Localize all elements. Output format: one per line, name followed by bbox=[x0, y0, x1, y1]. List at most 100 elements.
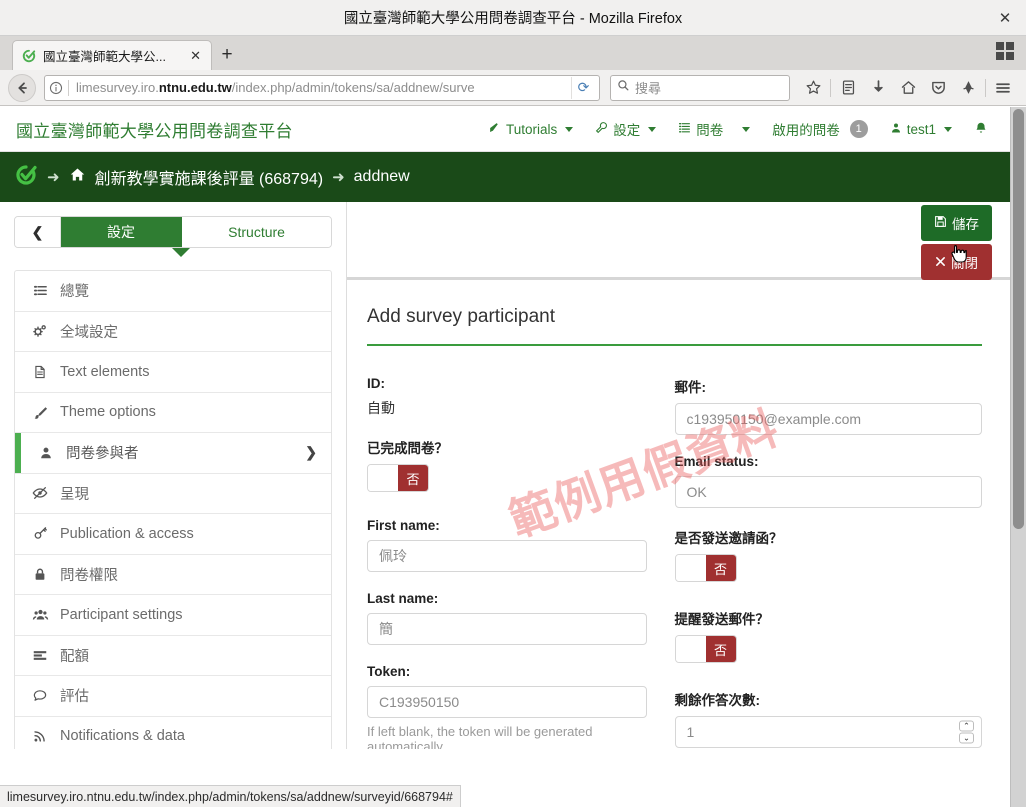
search-input[interactable]: 搜尋 bbox=[635, 78, 661, 97]
uses-left-label: 剩餘作答次數: bbox=[674, 693, 761, 708]
uses-left-input[interactable] bbox=[674, 716, 982, 748]
nav-item-notifications[interactable] bbox=[974, 121, 988, 138]
nav-item-user-label: test1 bbox=[906, 121, 936, 137]
file-text-icon bbox=[31, 364, 49, 380]
save-button[interactable]: 儲存 bbox=[921, 205, 992, 241]
tab-close-icon[interactable]: ✕ bbox=[186, 48, 205, 64]
home-icon[interactable] bbox=[893, 74, 923, 102]
list-all-tabs-icon[interactable] bbox=[996, 42, 1016, 62]
page-body: ❮ 設定 Structure 總覽 全域設定 Text elements The… bbox=[0, 202, 1010, 749]
nav-item-surveys[interactable]: 問卷 bbox=[678, 119, 751, 139]
url-bar[interactable]: limesurvey.iro.ntnu.edu.tw/index.php/adm… bbox=[44, 74, 600, 101]
app-brand[interactable]: 國立臺灣師範大學公用問卷調查平台 bbox=[16, 117, 293, 142]
nav-item-user[interactable]: test1 bbox=[890, 122, 952, 137]
limesurvey-logo-icon[interactable] bbox=[14, 163, 38, 192]
sidebar-item-assessments[interactable]: 評估 bbox=[15, 676, 331, 717]
toggle-on-half[interactable]: 否 bbox=[705, 555, 736, 581]
app-nav-items: Tutorials 設定 問卷 啟用的問卷 1 test1 bbox=[488, 119, 994, 139]
email-input[interactable] bbox=[674, 403, 982, 435]
field-id: ID: 自動 bbox=[367, 376, 647, 418]
url-domain: ntnu.edu.tw bbox=[158, 80, 232, 95]
bell-icon bbox=[974, 121, 988, 138]
sidebar-item-publication-access[interactable]: Publication & access bbox=[15, 514, 331, 555]
back-button[interactable] bbox=[8, 73, 36, 102]
page-info-icon[interactable] bbox=[49, 81, 63, 95]
sidebar-collapse-button[interactable]: ❮ bbox=[15, 217, 61, 247]
sidebar-item-global-settings-label: 全域設定 bbox=[60, 324, 118, 341]
add-participant-panel: Add survey participant ID: 自動 已完成問卷？ 否 F… bbox=[347, 280, 1010, 749]
sidebar-item-quotas[interactable]: 配額 bbox=[15, 636, 331, 676]
home-icon[interactable] bbox=[69, 166, 86, 188]
bookmark-star-icon[interactable] bbox=[798, 74, 828, 102]
toggle-off-half[interactable] bbox=[675, 555, 706, 581]
sidebar-item-overview[interactable]: 總覽 bbox=[15, 271, 331, 312]
completed-toggle[interactable]: 否 bbox=[367, 464, 429, 492]
browser-tab[interactable]: 國立臺灣師範大學公... ✕ bbox=[12, 40, 212, 70]
sidebar-item-text-elements[interactable]: Text elements bbox=[15, 352, 331, 393]
sync-account-icon[interactable] bbox=[953, 74, 983, 102]
search-bar[interactable]: 搜尋 bbox=[610, 74, 790, 101]
toggle-on-half[interactable]: 否 bbox=[398, 465, 428, 491]
floppy-disk-icon bbox=[934, 215, 947, 231]
nav-item-surveys-label: 問卷 bbox=[696, 123, 724, 138]
sidebar-item-assessments-label: 評估 bbox=[60, 689, 89, 706]
field-last-name: Last name: bbox=[367, 591, 647, 645]
email-status-input[interactable] bbox=[674, 476, 982, 508]
close-button[interactable]: 關閉 bbox=[921, 244, 992, 280]
browser-tab-title: 國立臺灣師範大學公... bbox=[43, 50, 166, 64]
sidebar-item-presentation[interactable]: 呈現 bbox=[15, 474, 331, 514]
page-scrollbar-thumb[interactable] bbox=[1013, 109, 1024, 529]
action-button-stack: 儲存 關閉 bbox=[921, 205, 992, 280]
sidebar-item-presentation-label: 呈現 bbox=[60, 486, 89, 503]
status-bar-link-preview: limesurvey.iro.ntnu.edu.tw/index.php/adm… bbox=[0, 785, 461, 807]
chevron-down-icon bbox=[944, 126, 952, 132]
main-toolbar: 儲存 關閉 bbox=[347, 202, 1010, 280]
sidebar-tab-settings[interactable]: 設定 bbox=[61, 217, 183, 247]
sidebar-item-participant-settings[interactable]: Participant settings bbox=[15, 595, 331, 636]
new-tab-button[interactable]: + bbox=[212, 40, 242, 70]
sidebar-item-notifications-data[interactable]: Notifications & data bbox=[15, 717, 331, 750]
users-icon bbox=[31, 607, 49, 622]
window-close-button[interactable]: ✕ bbox=[994, 7, 1016, 29]
sidebar-item-global-settings[interactable]: 全域設定 bbox=[15, 312, 331, 352]
field-token: Token: If left blank, the token will be … bbox=[367, 664, 647, 749]
toggle-on-half[interactable]: 否 bbox=[705, 636, 736, 662]
invitation-toggle[interactable]: 否 bbox=[674, 554, 737, 582]
save-button-label: 儲存 bbox=[952, 217, 979, 232]
active-surveys-badge: 1 bbox=[849, 120, 868, 138]
toggle-off-half[interactable] bbox=[675, 636, 706, 662]
breadcrumb: ➜ 創新教學實施課後評量 (668794) ➜ addnew bbox=[0, 152, 1010, 202]
sidebar-item-survey-participants[interactable]: 問卷參與者 ❯ bbox=[15, 433, 331, 474]
uses-left-spinner: ⌃ ⌄ bbox=[674, 716, 982, 748]
spinner-up-icon[interactable]: ⌃ bbox=[959, 720, 974, 732]
chevron-down-icon bbox=[742, 126, 751, 132]
nav-item-settings[interactable]: 設定 bbox=[595, 119, 657, 139]
first-name-input[interactable] bbox=[367, 540, 647, 572]
toggle-off-half[interactable] bbox=[368, 465, 398, 491]
browser-window: 國立臺灣師範大學公用問卷調查平台 - Mozilla Firefox ✕ 國立臺… bbox=[0, 0, 1026, 807]
spinner-down-icon[interactable]: ⌄ bbox=[959, 732, 974, 744]
sidebar-item-theme-options[interactable]: Theme options bbox=[15, 393, 331, 433]
sidebar-item-survey-permissions[interactable]: 問卷權限 bbox=[15, 555, 331, 595]
field-reminder: 提醒發送郵件？ 否 bbox=[674, 608, 983, 667]
sidebar-item-survey-permissions-label: 問卷權限 bbox=[60, 567, 118, 584]
last-name-input[interactable] bbox=[367, 613, 647, 645]
sidebar-item-survey-participants-label: 問卷參與者 bbox=[66, 446, 139, 463]
nav-item-active-surveys[interactable]: 啟用的問卷 1 bbox=[772, 119, 868, 139]
hamburger-menu-icon[interactable] bbox=[988, 74, 1018, 102]
token-input[interactable] bbox=[367, 686, 647, 718]
sidebar-tabs: ❮ 設定 Structure bbox=[14, 216, 332, 248]
field-uses-left: 剩餘作答次數: ⌃ ⌄ bbox=[674, 689, 982, 748]
rss-icon bbox=[31, 729, 49, 743]
pocket-icon[interactable] bbox=[923, 74, 953, 102]
downloads-icon[interactable] bbox=[863, 74, 893, 102]
sidebar-item-quotas-label: 配額 bbox=[60, 648, 89, 665]
library-icon[interactable] bbox=[833, 74, 863, 102]
nav-item-tutorials[interactable]: Tutorials bbox=[488, 121, 574, 137]
page-scrollbar[interactable] bbox=[1010, 107, 1026, 807]
reminder-toggle[interactable]: 否 bbox=[674, 635, 737, 663]
sidebar-tab-structure[interactable]: Structure bbox=[182, 217, 331, 247]
reload-icon[interactable]: ⟳ bbox=[571, 76, 595, 99]
window-title: 國立臺灣師範大學公用問卷調查平台 - Mozilla Firefox bbox=[343, 11, 683, 27]
breadcrumb-survey-link[interactable]: 創新教學實施課後評量 (668794) bbox=[95, 165, 324, 189]
